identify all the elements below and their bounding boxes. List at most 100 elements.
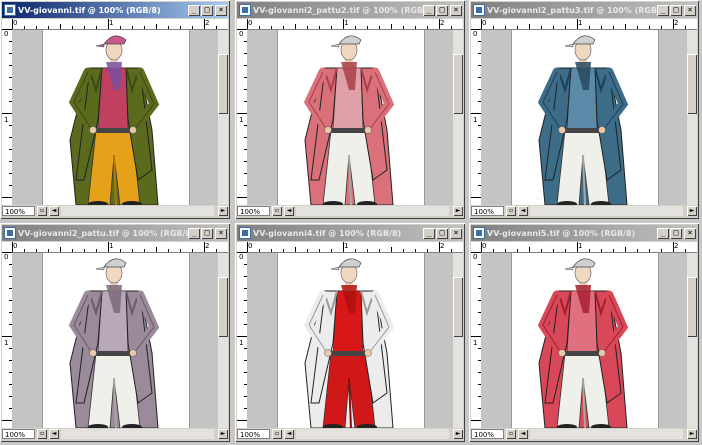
vertical-scrollbar[interactable] bbox=[453, 253, 463, 428]
zoom-level-field[interactable]: 100% bbox=[2, 206, 35, 216]
ruler-tick bbox=[471, 29, 481, 30]
ruler-tick bbox=[84, 26, 85, 29]
vertical-scrollbar[interactable] bbox=[687, 30, 697, 205]
minimize-button[interactable]: _ bbox=[423, 227, 435, 239]
ruler-tick bbox=[565, 26, 566, 29]
document-window-4[interactable]: VV-giovanni2_pattu.tif @ 100% (RGB/8) _ … bbox=[0, 223, 230, 442]
zoom-level-field[interactable]: 100% bbox=[471, 206, 504, 216]
document-window-2[interactable]: VV-giovanni2_pattu2.tif @ 100% (RGB/8) _… bbox=[235, 0, 465, 219]
scroll-right-button[interactable]: ► bbox=[218, 206, 228, 216]
image-canvas[interactable] bbox=[481, 253, 687, 428]
navigator-icon[interactable]: ▫ bbox=[37, 206, 47, 216]
navigator-icon[interactable]: ▫ bbox=[37, 429, 47, 439]
maximize-button[interactable]: □ bbox=[201, 4, 213, 16]
image-canvas[interactable] bbox=[12, 30, 218, 205]
ruler-tick bbox=[144, 26, 145, 29]
document-window-5[interactable]: VV-giovanni4.tif @ 100% (RGB/8) _ □ × 0 1… bbox=[235, 223, 465, 442]
title-bar[interactable]: VV-giovanni2_pattu.tif @ 100% (RGB/8) _ … bbox=[2, 225, 228, 241]
navigator-icon[interactable]: ▫ bbox=[272, 429, 282, 439]
scroll-left-button[interactable]: ◄ bbox=[284, 429, 294, 439]
vertical-scroll-thumb[interactable] bbox=[218, 54, 228, 114]
horizontal-ruler[interactable]: 0 1 2 bbox=[481, 242, 697, 253]
horizontal-scrollbar[interactable] bbox=[61, 206, 214, 216]
horizontal-ruler[interactable]: 0 1 2 bbox=[12, 19, 228, 30]
document-window-6[interactable]: VV-giovanni5.tif @ 100% (RGB/8) _ □ × 0 1… bbox=[469, 223, 699, 442]
ruler-corner bbox=[237, 242, 247, 252]
close-button[interactable]: × bbox=[215, 4, 227, 16]
navigator-icon[interactable]: ▫ bbox=[506, 206, 516, 216]
vertical-scroll-thumb[interactable] bbox=[453, 277, 463, 337]
vertical-scroll-thumb[interactable] bbox=[687, 54, 697, 114]
horizontal-scrollbar[interactable] bbox=[296, 206, 449, 216]
horizontal-scrollbar[interactable] bbox=[61, 429, 214, 439]
title-bar[interactable]: VV-giovanni4.tif @ 100% (RGB/8) _ □ × bbox=[237, 225, 463, 241]
image-canvas[interactable] bbox=[12, 253, 218, 428]
minimize-button[interactable]: _ bbox=[188, 4, 200, 16]
horizontal-ruler[interactable]: 0 1 2 bbox=[12, 242, 228, 253]
photoshop-document-icon bbox=[4, 227, 16, 239]
ruler-tick bbox=[12, 242, 13, 252]
ruler-tick bbox=[367, 249, 368, 252]
scroll-left-button[interactable]: ◄ bbox=[284, 206, 294, 216]
vertical-scrollbar[interactable] bbox=[453, 30, 463, 205]
ruler-tick bbox=[2, 336, 12, 337]
horizontal-ruler[interactable]: 0 1 2 bbox=[481, 19, 697, 30]
zoom-level-field[interactable]: 100% bbox=[237, 429, 270, 439]
scroll-left-button[interactable]: ◄ bbox=[518, 429, 528, 439]
horizontal-ruler[interactable]: 0 1 2 bbox=[247, 19, 463, 30]
image-canvas[interactable] bbox=[481, 30, 687, 205]
maximize-button[interactable]: □ bbox=[436, 227, 448, 239]
scroll-left-button[interactable]: ◄ bbox=[49, 206, 59, 216]
title-bar[interactable]: VV-giovanni5.tif @ 100% (RGB/8) _ □ × bbox=[471, 225, 697, 241]
minimize-button[interactable]: _ bbox=[423, 4, 435, 16]
minimize-button[interactable]: _ bbox=[188, 227, 200, 239]
document-window-3[interactable]: VV-giovanni2_pattu3.tif @ 100% (RGB/8) _… bbox=[469, 0, 699, 219]
scroll-left-button[interactable]: ◄ bbox=[49, 429, 59, 439]
zoom-level-field[interactable]: 100% bbox=[2, 429, 35, 439]
scroll-right-button[interactable]: ► bbox=[687, 206, 697, 216]
vertical-scrollbar[interactable] bbox=[218, 30, 228, 205]
close-button[interactable]: × bbox=[450, 4, 462, 16]
horizontal-scrollbar[interactable] bbox=[530, 429, 683, 439]
maximize-button[interactable]: □ bbox=[670, 227, 682, 239]
close-button[interactable]: × bbox=[684, 227, 696, 239]
scroll-right-button[interactable]: ► bbox=[218, 429, 228, 439]
title-bar[interactable]: VV-giovanni2_pattu3.tif @ 100% (RGB/8) _… bbox=[471, 2, 697, 18]
navigator-icon[interactable]: ▫ bbox=[272, 206, 282, 216]
pasteboard-right bbox=[424, 253, 453, 428]
scroll-right-button[interactable]: ► bbox=[453, 206, 463, 216]
ruler-tick bbox=[283, 26, 284, 29]
horizontal-scrollbar[interactable] bbox=[296, 429, 449, 439]
vertical-scroll-thumb[interactable] bbox=[218, 277, 228, 337]
minimize-button[interactable]: _ bbox=[657, 4, 669, 16]
scroll-right-button[interactable]: ► bbox=[687, 429, 697, 439]
vertical-scroll-thumb[interactable] bbox=[453, 54, 463, 114]
pasteboard-left bbox=[247, 30, 278, 205]
maximize-button[interactable]: □ bbox=[670, 4, 682, 16]
ruler-tick bbox=[60, 24, 61, 29]
horizontal-scrollbar[interactable] bbox=[530, 206, 683, 216]
image-canvas[interactable] bbox=[247, 253, 453, 428]
scroll-right-button[interactable]: ► bbox=[453, 429, 463, 439]
zoom-level-field[interactable]: 100% bbox=[237, 206, 270, 216]
minimize-button[interactable]: _ bbox=[657, 227, 669, 239]
title-bar[interactable]: VV-giovanni2_pattu2.tif @ 100% (RGB/8) _… bbox=[237, 2, 463, 18]
image-canvas[interactable] bbox=[247, 30, 453, 205]
ruler-tick bbox=[637, 26, 638, 29]
maximize-button[interactable]: □ bbox=[201, 227, 213, 239]
vertical-scrollbar[interactable] bbox=[687, 253, 697, 428]
close-button[interactable]: × bbox=[215, 227, 227, 239]
vertical-scroll-thumb[interactable] bbox=[687, 277, 697, 337]
zoom-level-field[interactable]: 100% bbox=[471, 429, 504, 439]
vertical-scrollbar[interactable] bbox=[218, 253, 228, 428]
ruler-label: 0 bbox=[13, 242, 18, 250]
maximize-button[interactable]: □ bbox=[436, 4, 448, 16]
ruler-tick bbox=[439, 19, 440, 29]
horizontal-ruler[interactable]: 0 1 2 bbox=[247, 242, 463, 253]
navigator-icon[interactable]: ▫ bbox=[506, 429, 516, 439]
close-button[interactable]: × bbox=[684, 4, 696, 16]
document-window-1[interactable]: VV-giovanni.tif @ 100% (RGB/8) _ □ × 0 1 2… bbox=[0, 0, 230, 219]
title-bar[interactable]: VV-giovanni.tif @ 100% (RGB/8) _ □ × bbox=[2, 2, 228, 18]
scroll-left-button[interactable]: ◄ bbox=[518, 206, 528, 216]
close-button[interactable]: × bbox=[450, 227, 462, 239]
